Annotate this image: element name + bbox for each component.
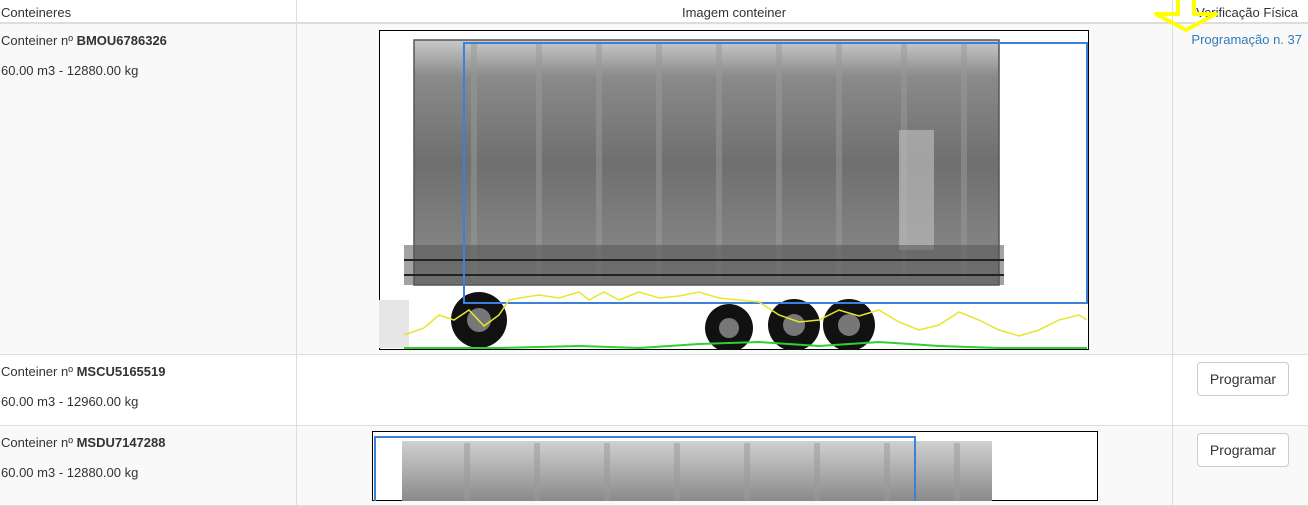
container-prefix: Conteiner nº <box>1 434 77 450</box>
container-id: BMOU6786326 <box>76 33 167 48</box>
containers-table: Conteineres Imagem conteiner Verificação… <box>0 0 1308 506</box>
container-prefix: Conteiner nº <box>1 363 77 379</box>
container-title: Conteiner nº MSDU7147288 <box>1 434 296 452</box>
action-cell: Programação n. 37 <box>1172 23 1308 354</box>
container-specs: 60.00 m3 - 12880.00 kg <box>1 63 139 78</box>
container-prefix: Conteiner nº <box>1 33 77 48</box>
arrow-down-icon <box>1154 0 1218 32</box>
container-info: Conteiner nº MSCU5165519 60.00 m3 - 1296… <box>0 354 297 425</box>
container-specs: 60.00 m3 - 12960.00 kg <box>1 393 139 409</box>
xray-image[interactable] <box>371 430 1098 501</box>
action-cell: Programar <box>1172 425 1308 505</box>
container-info: Conteiner nº MSDU7147288 60.00 m3 - 1288… <box>0 425 297 505</box>
table-row: Conteiner nº MSDU7147288 60.00 m3 - 1288… <box>0 425 1308 505</box>
action-cell: Programar <box>1172 354 1308 425</box>
image-cell <box>296 425 1173 505</box>
image-cell <box>296 23 1173 354</box>
image-cell <box>296 354 1173 425</box>
xray-image[interactable] <box>378 30 1089 350</box>
container-title: Conteiner nº BMOU6786326 <box>1 32 296 50</box>
container-id: MSCU5165519 <box>76 363 166 379</box>
container-id: MSDU7147288 <box>76 434 166 450</box>
container-info: Conteiner nº BMOU6786326 60.00 m3 - 1288… <box>0 23 297 354</box>
container-title: Conteiner nº MSCU5165519 <box>1 363 296 381</box>
header-containers: Conteineres <box>0 0 297 24</box>
table-row: Conteiner nº BMOU6786326 60.00 m3 - 1288… <box>0 23 1308 354</box>
header-image: Imagem conteiner <box>296 0 1173 24</box>
programar-button[interactable]: Programar <box>1197 361 1289 396</box>
table-row: Conteiner nº MSCU5165519 60.00 m3 - 1296… <box>0 354 1308 425</box>
programar-button[interactable]: Programar <box>1197 432 1289 467</box>
table-header-row: Conteineres Imagem conteiner Verificação… <box>0 0 1308 24</box>
container-specs: 60.00 m3 - 12880.00 kg <box>1 464 139 480</box>
